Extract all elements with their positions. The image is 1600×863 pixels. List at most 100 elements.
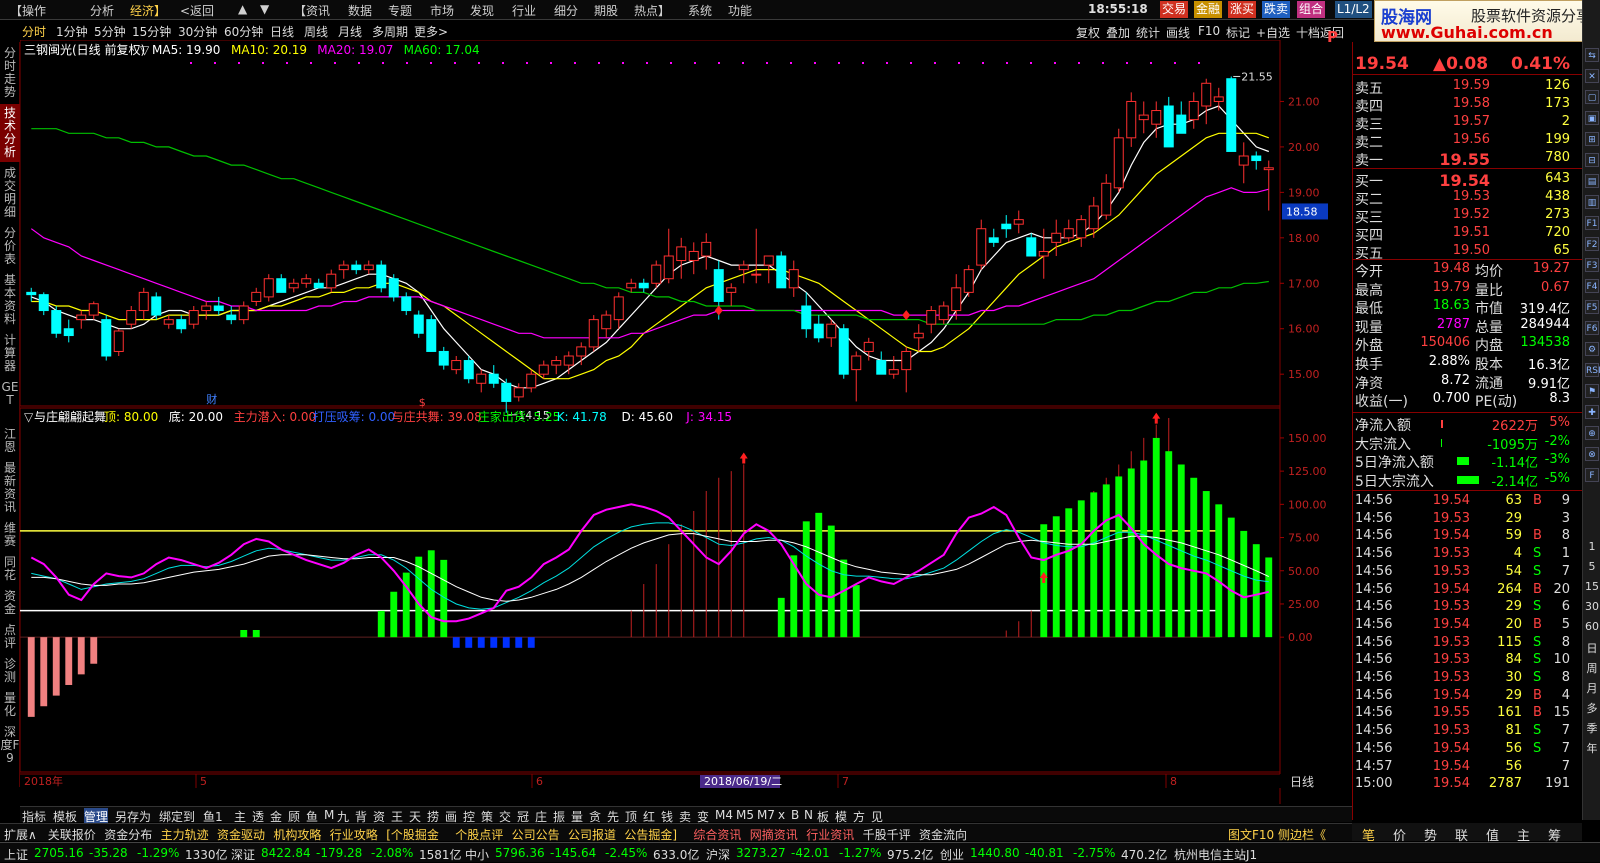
toolbar-6[interactable]: +自选 (1256, 24, 1290, 41)
left-tab-6[interactable]: GET (0, 378, 20, 423)
top-button-1[interactable]: 金融 (1194, 1, 1223, 18)
menu-item-5[interactable]: ▼ (260, 2, 269, 16)
period-3[interactable]: 15分钟 (132, 23, 171, 40)
period-8[interactable]: 月线 (338, 23, 362, 40)
func-tab-5[interactable]: 机构攻略 (273, 826, 321, 843)
toolbar-3[interactable]: 画线 (1166, 24, 1190, 41)
left-tab-14[interactable]: 量化 (0, 689, 20, 721)
period-shortcut[interactable]: 月 (1583, 680, 1600, 696)
func-tab-10[interactable]: 公司报道 (568, 826, 616, 843)
left-tab-4[interactable]: 基本资料 (0, 271, 20, 329)
menu-item-11[interactable]: 行业 (512, 2, 536, 19)
period-shortcut[interactable]: 年 (1583, 740, 1600, 756)
period-shortcut[interactable]: 日 (1583, 640, 1600, 656)
left-tab-7[interactable]: 江恩 (0, 425, 20, 457)
left-tab-11[interactable]: 资金 (0, 587, 20, 619)
left-tab-2[interactable]: 成交明细 (0, 164, 20, 222)
period-shortcut[interactable]: 季 (1583, 720, 1600, 736)
left-tab-3[interactable]: 分价表 (0, 224, 20, 269)
menu-item-2[interactable]: 经济】 (130, 2, 166, 19)
indicator-tool-33[interactable]: M4 (715, 808, 733, 822)
side-tool-icon[interactable]: ▤ (1585, 174, 1599, 188)
chart-area[interactable]: 21.5514.15财 $ 21.0020.0019.0018.0017.0016… (20, 40, 1352, 804)
func-tab-2[interactable]: 资金分布 (104, 826, 152, 843)
side-tool-icon[interactable]: ▥ (1585, 195, 1599, 209)
left-tab-9[interactable]: 维赛 (0, 519, 20, 551)
menu-item-12[interactable]: 细分 (554, 2, 578, 19)
sidebar-toggle[interactable]: 图文F10 侧边栏《 (1228, 826, 1326, 843)
menu-item-6[interactable]: 【资讯 (294, 2, 330, 19)
toolbar-7[interactable]: 十档 (1296, 24, 1320, 41)
indicator-tool-38[interactable]: N (804, 808, 813, 822)
side-tool-icon[interactable]: F5 (1585, 300, 1599, 314)
toolbar-5[interactable]: 标记 (1226, 24, 1250, 41)
left-tab-8[interactable]: 最新资讯 (0, 459, 20, 517)
period-0[interactable]: 分时 (22, 23, 46, 40)
side-tool-icon[interactable]: F (1585, 468, 1599, 482)
top-button-2[interactable]: 涨买 (1228, 1, 1257, 18)
side-tool-icon[interactable]: F1 (1585, 216, 1599, 230)
left-tab-5[interactable]: 计算器 (0, 331, 20, 376)
period-shortcut[interactable]: 30 (1583, 600, 1600, 613)
toolbar-2[interactable]: 统计 (1136, 24, 1160, 41)
toolbar-0[interactable]: 复权 (1076, 24, 1100, 41)
period-shortcut[interactable]: 周 (1583, 660, 1600, 676)
side-tool-icon[interactable]: ⊕ (1585, 426, 1599, 440)
menu-item-9[interactable]: 市场 (430, 2, 454, 19)
menu-item-7[interactable]: 数据 (348, 2, 372, 19)
indicator-tool-35[interactable]: M7 (757, 808, 775, 822)
func-tab-7[interactable]: [个股掘金 (386, 826, 439, 843)
func-tab-9[interactable]: 公司公告 (512, 826, 560, 843)
menu-item-0[interactable]: 【操作 (10, 2, 46, 19)
period-shortcut[interactable]: 15 (1583, 580, 1600, 593)
func-tab-11[interactable]: 公告掘金] (624, 826, 677, 843)
menu-item-4[interactable]: ▲ (238, 2, 247, 16)
menu-item-10[interactable]: 发现 (470, 2, 494, 19)
menu-item-13[interactable]: 期股 (594, 2, 618, 19)
left-tab-12[interactable]: 点评 (0, 621, 20, 653)
period-7[interactable]: 周线 (304, 23, 328, 40)
indicator-tool-34[interactable]: M5 (736, 808, 754, 822)
period-shortcut[interactable]: 1 (1583, 540, 1600, 553)
period-6[interactable]: 日线 (270, 23, 294, 40)
top-button-3[interactable]: 跌卖 (1262, 1, 1291, 18)
side-tool-icon[interactable]: ⊞ (1585, 132, 1599, 146)
period-4[interactable]: 30分钟 (178, 23, 217, 40)
side-tool-icon[interactable]: ⚑ (1585, 384, 1599, 398)
left-tab-1[interactable]: 技术分析 (0, 104, 20, 162)
side-tool-icon[interactable]: RSI (1585, 363, 1600, 377)
top-button-0[interactable]: 交易 (1160, 1, 1189, 18)
func-tab-12[interactable]: 综合资讯 (693, 826, 741, 843)
toolbar-1[interactable]: 叠加 (1106, 24, 1130, 41)
period-10[interactable]: 更多> (414, 23, 448, 40)
side-tool-icon[interactable]: ✕ (1585, 69, 1599, 83)
side-tool-icon[interactable]: ▣ (1585, 111, 1599, 125)
side-tool-icon[interactable]: F3 (1585, 258, 1599, 272)
func-tab-1[interactable]: 关联报价 (48, 826, 96, 843)
period-1[interactable]: 1分钟 (56, 23, 88, 40)
left-tab-13[interactable]: 诊测 (0, 655, 20, 687)
indicator-tool-37[interactable]: B (791, 808, 799, 822)
menu-item-8[interactable]: 专题 (388, 2, 412, 19)
func-tab-4[interactable]: 资金驱动 (217, 826, 265, 843)
period-shortcut[interactable]: 60 (1583, 620, 1600, 633)
func-tab-3[interactable]: 主力轨迹 (161, 826, 209, 843)
side-tool-icon[interactable]: ⚙ (1585, 342, 1599, 356)
menu-item-14[interactable]: 热点】 (634, 2, 670, 19)
side-tool-icon[interactable]: ⊟ (1585, 153, 1599, 167)
period-shortcut[interactable]: 5 (1583, 560, 1600, 573)
func-tab-15[interactable]: 千股千评 (863, 826, 911, 843)
indicator-tool-11[interactable]: M (324, 808, 334, 822)
side-tool-icon[interactable]: ✚ (1585, 405, 1599, 419)
left-tab-0[interactable]: 分时走势 (0, 44, 20, 102)
side-tool-icon[interactable]: ⇆ (1585, 48, 1599, 62)
toolbar-4[interactable]: F10 (1198, 24, 1220, 38)
top-button-4[interactable]: 组合 (1297, 1, 1326, 18)
period-9[interactable]: 多周期 (372, 23, 408, 40)
left-tab-15[interactable]: 深度F9 (0, 723, 20, 781)
func-tab-8[interactable]: 个股点评 (455, 826, 503, 843)
menu-item-15[interactable]: 系统 (688, 2, 712, 19)
side-tool-icon[interactable]: F6 (1585, 321, 1599, 335)
side-tool-icon[interactable]: ⊗ (1585, 447, 1599, 461)
menu-item-1[interactable]: 分析 (90, 2, 114, 19)
